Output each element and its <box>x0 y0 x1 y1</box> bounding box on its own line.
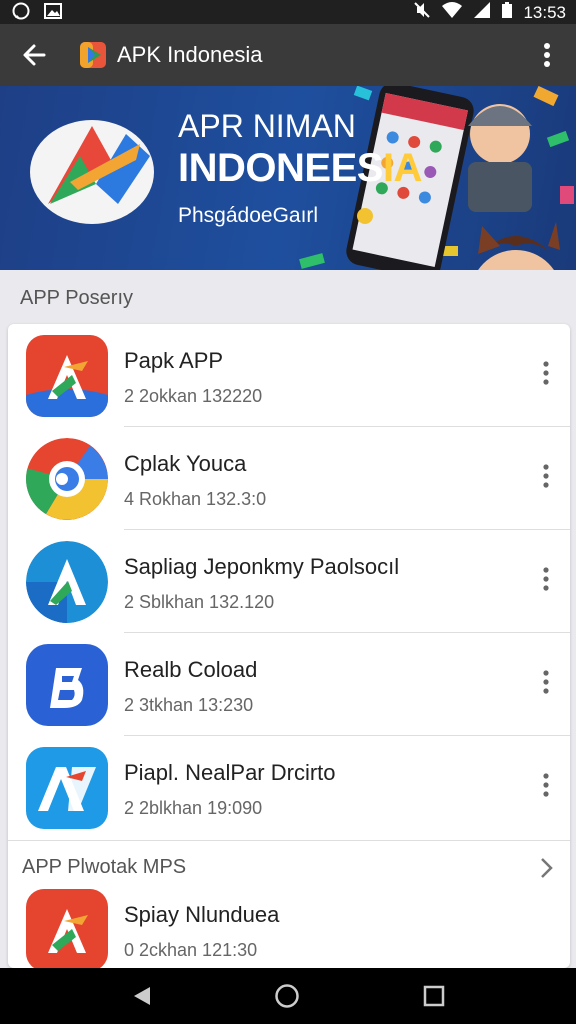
nav-back-icon[interactable] <box>130 984 154 1013</box>
system-nav-bar <box>0 968 576 1024</box>
more-options-icon[interactable] <box>536 770 556 800</box>
app-name: Cplak Youca <box>124 451 247 476</box>
mute-icon <box>413 1 431 24</box>
more-options-icon[interactable] <box>536 667 556 697</box>
section-label-popular: APP Poserıy <box>20 287 134 309</box>
app-meta: 2 Sblkhan 132.120 <box>124 592 275 612</box>
more-options-icon[interactable] <box>536 358 556 388</box>
app-meta: 2 2okkan 132220 <box>124 386 263 406</box>
app-meta: 2 2blkhan 19:090 <box>124 798 263 818</box>
status-bar: 13:53 <box>0 0 576 24</box>
app-name: Realb Coload <box>124 657 258 682</box>
list-item[interactable]: Realb Coload 2 3tkhan 13:230 <box>8 633 570 736</box>
overflow-menu-icon[interactable] <box>534 40 560 70</box>
app-icon-teal-a <box>26 541 108 623</box>
app-icon-blue-a <box>26 747 108 829</box>
signal-icon <box>473 1 491 24</box>
toolbar-title: APK Indonesia <box>117 42 263 67</box>
more-options-icon[interactable] <box>536 461 556 491</box>
app-meta: 4 Rokhan 132.3:0 <box>124 489 267 509</box>
wifi-icon <box>441 1 463 24</box>
list-item[interactable]: Sapliag Jeponkmy Paolsocıl 2 Sblkhan 132… <box>8 530 570 633</box>
app-icon-red-a <box>26 335 108 417</box>
banner-headline-main: INDONEES <box>178 146 383 190</box>
app-name: Spiay Nlunduea <box>124 902 280 927</box>
list-item[interactable]: Cplak Youca 4 Rokhan 132.3:0 <box>8 427 570 530</box>
app-icon-blue-8 <box>26 644 108 726</box>
nav-home-icon[interactable] <box>274 983 300 1014</box>
back-arrow-icon[interactable] <box>18 38 52 72</box>
play-store-logo-icon <box>78 40 108 70</box>
battery-icon <box>501 1 513 24</box>
list-item[interactable]: Papk APP 2 2okkan 132220 <box>8 324 570 427</box>
banner-headline: INDONEESIA <box>178 146 422 191</box>
banner-headline-accent: IA <box>382 146 423 190</box>
clock: 13:53 <box>523 2 566 22</box>
app-meta: 2 3tkhan 13:230 <box>124 695 254 715</box>
nav-recents-icon[interactable] <box>422 984 446 1013</box>
app-name: Papk APP <box>124 348 224 373</box>
list-item[interactable]: Spiay Nlunduea 0 2ckhan 121:30 <box>8 878 570 968</box>
list-item[interactable]: Piapl. NealPar Drcirto 2 2blkhan 19:090 <box>8 736 570 839</box>
image-icon <box>44 2 62 25</box>
app-list-card: Papk APP 2 2okkan 132220 Cplak Youca 4 R… <box>8 324 570 968</box>
section-label-more: APP Plwotak MPS <box>22 856 187 878</box>
app-toolbar: APK Indonesia <box>0 24 576 86</box>
banner-line1: APR NIMAN <box>178 108 356 144</box>
app-name: Piapl. NealPar Drcirto <box>124 760 336 785</box>
app-icon-chrome-like <box>26 438 108 520</box>
app-name: Sapliag Jeponkmy Paolsocıl <box>124 554 400 579</box>
banner-subtitle: PhsgádoeGaırl <box>178 204 319 227</box>
app-meta: 0 2ckhan 121:30 <box>124 940 258 960</box>
chevron-right-icon[interactable] <box>536 856 556 880</box>
more-options-icon[interactable] <box>536 564 556 594</box>
whatsapp-icon <box>12 2 30 25</box>
app-icon-red-a <box>26 889 108 968</box>
section-divider <box>8 840 570 841</box>
promo-banner[interactable]: APR NIMAN INDONEESIA PhsgádoeGaırl <box>0 86 576 270</box>
